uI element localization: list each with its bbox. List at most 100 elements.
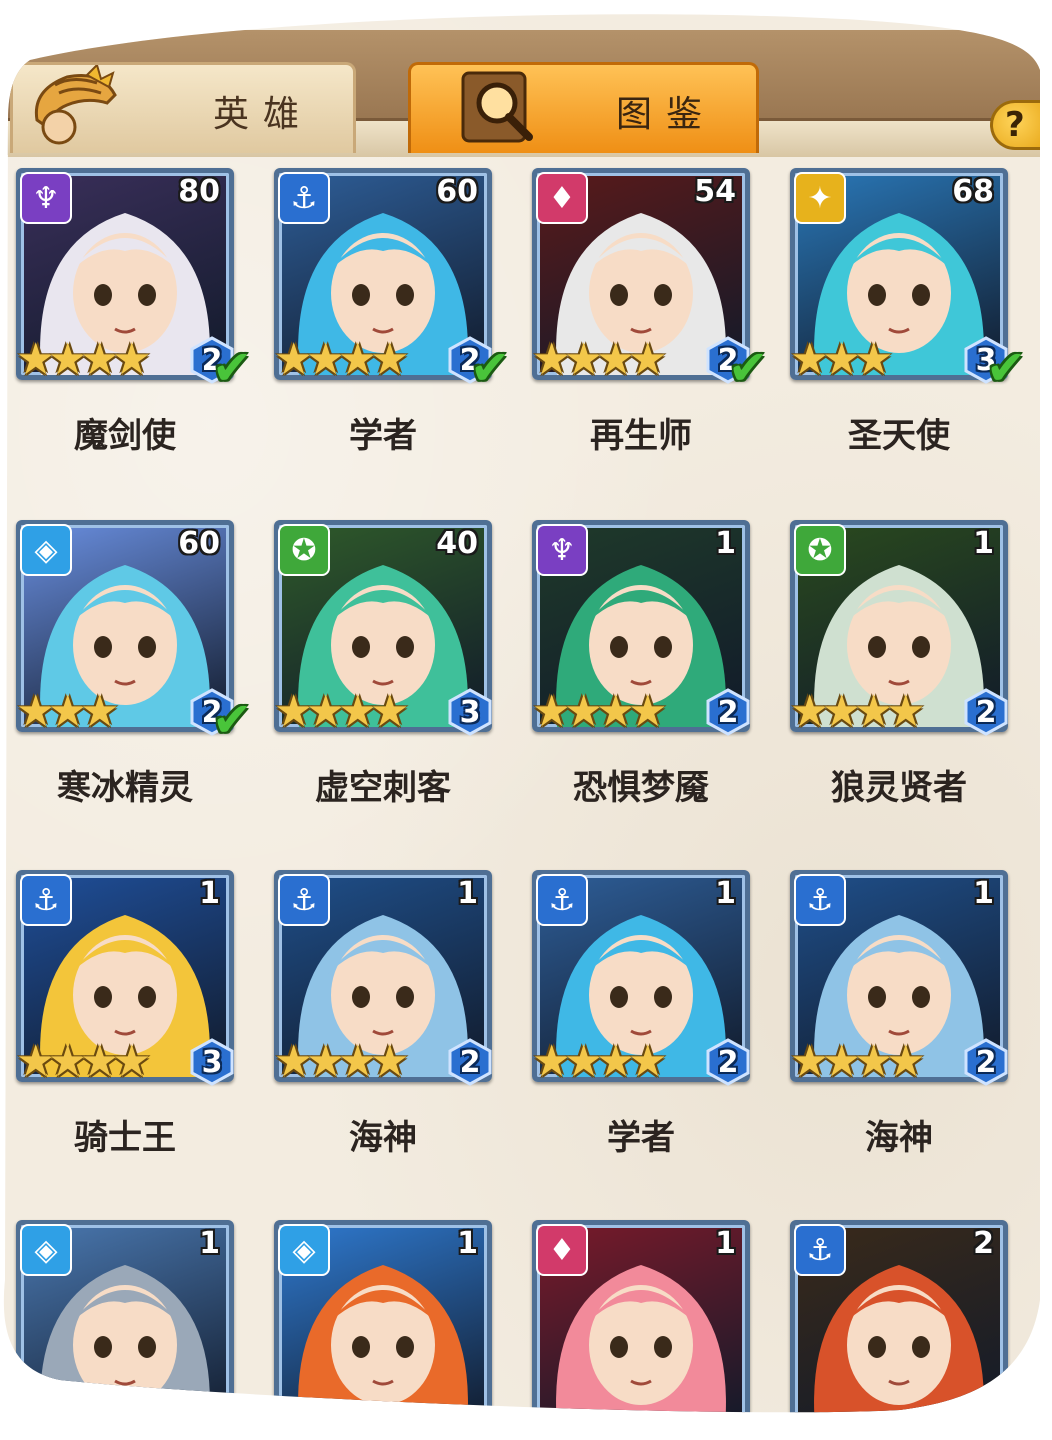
star-icon: ★ — [854, 1036, 894, 1087]
star-icon: ★ — [370, 334, 410, 385]
hero-card[interactable]: ◈ 1 — [16, 1220, 234, 1440]
hero-level: 40 — [436, 526, 478, 561]
hero-name: 学者 — [607, 1118, 675, 1158]
hero-level: 1 — [973, 876, 994, 911]
hero-stars: ★ ★ ★ ★ — [532, 1042, 660, 1086]
tier-number: 2 — [717, 694, 739, 730]
hero-card[interactable]: ⚓ 1 ★ ★ ★ ★ 2 — [532, 870, 750, 1090]
hero-name: 骑士王 — [74, 1118, 176, 1158]
hero-level: 60 — [436, 174, 478, 209]
hero-level: 1 — [715, 876, 736, 911]
hero-stars: ★ ★ ★ — [790, 340, 886, 384]
tier-number: 2 — [975, 1044, 997, 1080]
star-icon: ★ — [790, 334, 830, 385]
hero-level: 60 — [178, 526, 220, 561]
tier-badge: 3 — [188, 1038, 236, 1086]
star-icon: ★ — [822, 334, 862, 385]
beast-icon: ✪ — [278, 524, 330, 576]
star-icon: ★ — [564, 1036, 604, 1087]
star-icon: ★ — [628, 1036, 668, 1087]
hero-card[interactable]: ♦ 1 — [532, 1220, 750, 1440]
anchor-icon: ⚓ — [278, 874, 330, 926]
help-icon: ? — [1005, 105, 1025, 145]
hero-name: 狼灵贤者 — [831, 768, 967, 808]
anchor-icon: ⚓ — [794, 874, 846, 926]
star-icon: ★ — [16, 686, 56, 737]
hero-level: 1 — [973, 526, 994, 561]
anchor-icon: ⚓ — [20, 874, 72, 926]
tab-heroes-label: 英雄 — [213, 94, 314, 135]
star-icon: ★ — [564, 334, 604, 385]
crystal-icon: ♦ — [536, 1224, 588, 1276]
hero-level: 1 — [715, 526, 736, 561]
star-icon: ★ — [790, 686, 830, 737]
hero-card[interactable]: ♦ 54 ★ ★ ★ ★ 2 ✔ — [532, 168, 750, 388]
diamond-icon: ◈ — [278, 1224, 330, 1276]
anchor-icon: ⚓ — [794, 1224, 846, 1276]
hero-name: 海神 — [865, 1118, 933, 1158]
star-icon: ★ — [790, 1036, 830, 1087]
hero-level: 2 — [973, 1226, 994, 1261]
star-icon: ★ — [274, 686, 314, 737]
hero-card[interactable]: ♆ 80 ★ ★ ★ ★ 2 ✔ — [16, 168, 234, 388]
star-icon: ★ — [532, 686, 572, 737]
anchor-icon: ⚓ — [278, 172, 330, 224]
diamond-icon: ◈ — [20, 1224, 72, 1276]
hero-name: 虚空刺客 — [315, 768, 451, 808]
star-icon: ★ — [48, 1036, 88, 1087]
knight-helmet-icon — [27, 65, 119, 145]
hero-level: 1 — [715, 1226, 736, 1261]
hero-card[interactable]: ✦ 68 ★ ★ ★ 3 ✔ — [790, 168, 1008, 388]
star-icon: ★ — [854, 334, 894, 385]
star-icon: ★ — [80, 686, 120, 737]
star-icon: ★ — [306, 1036, 346, 1087]
hero-level: 1 — [199, 876, 220, 911]
help-button[interactable]: ? — [990, 100, 1048, 150]
star-icon: ★ — [112, 334, 152, 385]
star-icon: ★ — [596, 334, 636, 385]
hero-stars: ★ ★ ★ ★ — [16, 1042, 144, 1086]
hero-level: 1 — [199, 1226, 220, 1261]
hero-card[interactable]: ◈ 1 — [274, 1220, 492, 1440]
hero-stars: ★ ★ ★ ★ — [16, 340, 144, 384]
tier-number: 2 — [459, 1044, 481, 1080]
star-icon: ★ — [16, 334, 56, 385]
hero-card[interactable]: ⚓ 1 ★ ★ ★ ★ 3 — [16, 870, 234, 1090]
tier-badge: 2 — [962, 1038, 1010, 1086]
anchor-icon: ⚓ — [536, 874, 588, 926]
star-icon: ★ — [822, 1036, 862, 1087]
hero-stars: ★ ★ ★ ★ — [274, 340, 402, 384]
dark-horns-icon: ♆ — [20, 172, 72, 224]
hero-name: 海神 — [349, 1118, 417, 1158]
tier-badge: 2 — [704, 688, 752, 736]
hero-card[interactable]: ♆ 1 ★ ★ ★ ★ 2 — [532, 520, 750, 740]
hero-stars: ★ ★ ★ ★ — [532, 692, 660, 736]
tab-codex[interactable]: 图鉴 — [408, 62, 759, 153]
star-icon: ★ — [532, 334, 572, 385]
hero-card[interactable]: ⚓ 60 ★ ★ ★ ★ 2 ✔ — [274, 168, 492, 388]
star-icon: ★ — [370, 686, 410, 737]
tier-number: 2 — [975, 694, 997, 730]
hero-card[interactable]: ✪ 1 ★ ★ ★ ★ 2 — [790, 520, 1008, 740]
hero-card[interactable]: ⚓ 1 ★ ★ ★ ★ 2 — [274, 870, 492, 1090]
star-icon: ★ — [370, 1036, 410, 1087]
hero-card[interactable]: ⚓ 2 — [790, 1220, 1008, 1440]
star-icon: ★ — [854, 686, 894, 737]
hero-name: 学者 — [349, 416, 417, 456]
checkmark-icon: ✔ — [470, 340, 511, 396]
star-icon: ★ — [886, 686, 926, 737]
hero-card[interactable]: ⚓ 1 ★ ★ ★ ★ 2 — [790, 870, 1008, 1090]
hero-stars: ★ ★ ★ ★ — [274, 692, 402, 736]
hero-name: 寒冰精灵 — [57, 768, 193, 808]
tab-codex-label: 图鉴 — [616, 94, 717, 135]
star-icon: ★ — [886, 1036, 926, 1087]
hero-card[interactable]: ✪ 40 ★ ★ ★ ★ 3 — [274, 520, 492, 740]
hero-name: 魔剑使 — [74, 416, 176, 456]
tier-number: 3 — [459, 694, 481, 730]
hero-name: 圣天使 — [848, 416, 950, 456]
diamond-icon: ◈ — [20, 524, 72, 576]
dark-horns-icon: ♆ — [536, 524, 588, 576]
star-icon: ★ — [274, 1036, 314, 1087]
hero-card[interactable]: ◈ 60 ★ ★ ★ 2 ✔ — [16, 520, 234, 740]
tab-heroes[interactable]: 英雄 — [10, 62, 356, 153]
